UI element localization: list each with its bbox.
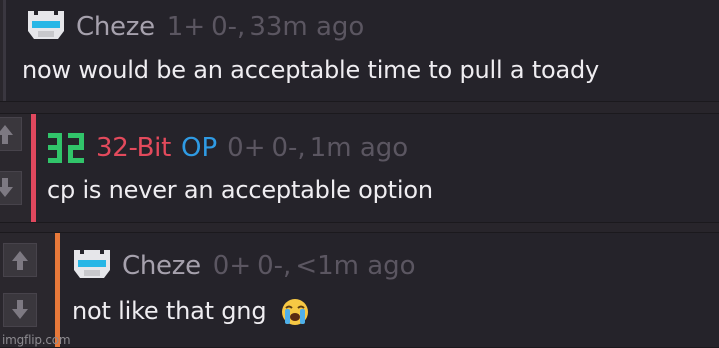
comment-card: Cheze 1+ 0-, 33m ago now would be an acc…	[3, 0, 719, 101]
arrow-down-icon	[0, 178, 13, 197]
loudly-crying-face-icon	[281, 299, 308, 325]
comment-header: Cheze 1+ 0-, 33m ago	[24, 9, 364, 45]
downvote-button[interactable]	[0, 171, 22, 205]
arrow-up-icon	[0, 125, 13, 144]
pixel-32-logo-icon[interactable]	[46, 130, 90, 166]
downvote-count: 0-,	[271, 133, 306, 163]
upvote-button[interactable]	[3, 243, 37, 277]
upvote-count: 0+	[212, 251, 252, 281]
watermark: imgflip.com	[2, 333, 71, 347]
comment-username[interactable]: 32-Bit	[96, 132, 171, 164]
comment-3: Cheze 0+ 0-, <1m ago not like that gng	[0, 232, 719, 348]
helmet-avatar-icon[interactable]	[70, 248, 114, 284]
helmet-avatar-icon[interactable]	[24, 9, 68, 45]
comment-username[interactable]: Cheze	[76, 11, 155, 43]
comment-timestamp[interactable]: 33m ago	[249, 11, 364, 43]
comment-text: cp is never an acceptable option	[47, 176, 433, 204]
comment-timestamp[interactable]: 1m ago	[310, 132, 408, 164]
comment-card: 32-Bit OP 0+ 0-, 1m ago cp is never an a…	[31, 114, 719, 222]
upvote-count: 0+	[227, 133, 266, 163]
comment-timestamp[interactable]: <1m ago	[295, 250, 415, 282]
downvote-count: 0-,	[257, 251, 292, 281]
comment-text: not like that gng	[72, 297, 267, 325]
comment-card: Cheze 0+ 0-, <1m ago not like that gng	[55, 233, 719, 347]
comment-2: 32-Bit OP 0+ 0-, 1m ago cp is never an a…	[0, 113, 719, 223]
comment-text-row: not like that gng	[72, 295, 310, 327]
downvote-count: 0-,	[211, 12, 246, 42]
arrow-down-icon	[12, 300, 28, 319]
upvote-button[interactable]	[0, 117, 22, 151]
comment-text: now would be an acceptable time to pull …	[22, 56, 600, 84]
downvote-button[interactable]	[3, 293, 37, 327]
comment-header: Cheze 0+ 0-, <1m ago	[70, 248, 416, 284]
upvote-count: 1+	[166, 12, 206, 42]
comment-1: Cheze 1+ 0-, 33m ago now would be an acc…	[0, 0, 719, 102]
arrow-up-icon	[12, 251, 28, 270]
comment-header: 32-Bit OP 0+ 0-, 1m ago	[46, 130, 408, 166]
op-badge: OP	[181, 133, 218, 163]
comment-username[interactable]: Cheze	[122, 250, 201, 282]
